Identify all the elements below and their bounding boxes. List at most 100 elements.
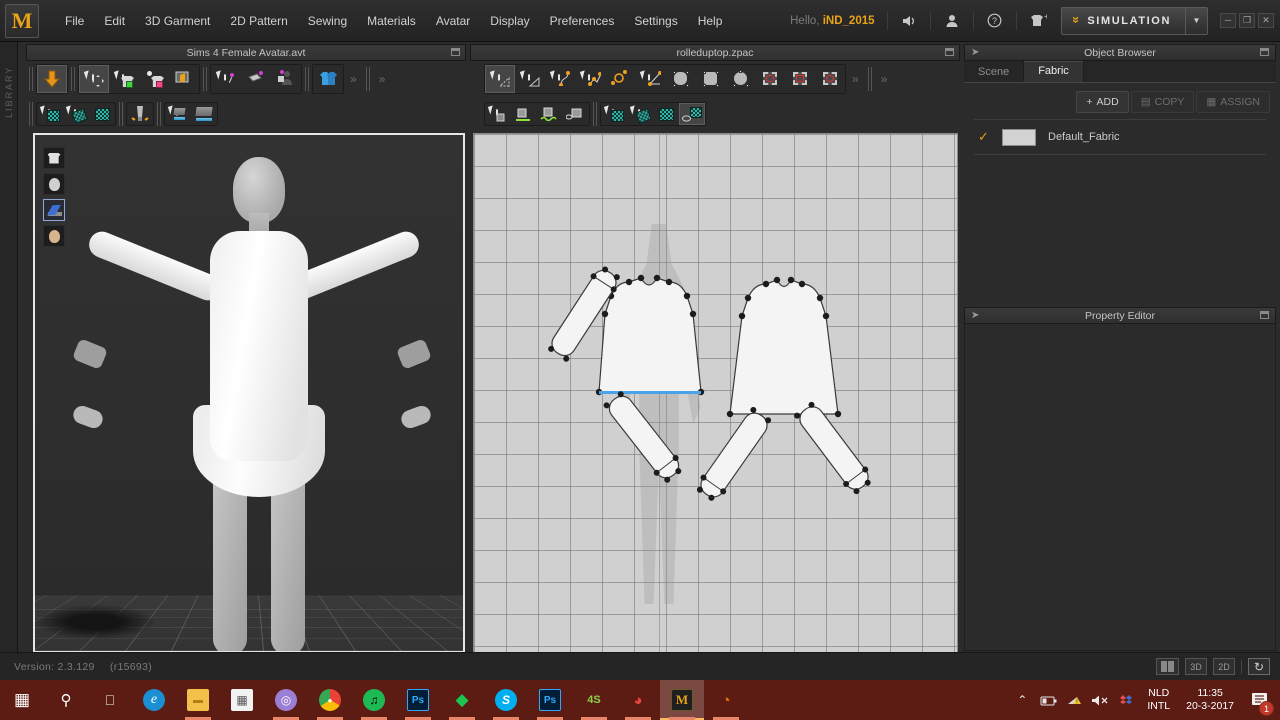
show-hidden-icons-button[interactable]: ⌃ (1009, 680, 1035, 720)
texture-pattern-tool[interactable] (89, 103, 115, 125)
dock-icon[interactable] (1260, 48, 1269, 56)
notifications-button[interactable]: 1 (1242, 680, 1276, 720)
minimize-button[interactable]: ─ (1220, 13, 1236, 28)
free-sew-tool[interactable] (537, 103, 563, 125)
split-view-button[interactable] (1156, 658, 1179, 675)
battery-icon[interactable] (1035, 680, 1061, 720)
select-pattern-tool[interactable] (139, 65, 169, 93)
wifi-warning-icon[interactable]: ! (1061, 680, 1087, 720)
menu-item-materials[interactable]: Materials (357, 9, 426, 33)
menu-item-settings[interactable]: Settings (624, 9, 687, 33)
restore-button[interactable]: ❐ (1239, 13, 1255, 28)
circle-tool[interactable] (725, 65, 755, 93)
photoshop-2-button[interactable]: Ps (528, 680, 572, 720)
show-avatar-toggle[interactable] (43, 173, 65, 195)
pin-panel-icon[interactable]: ➤ (971, 47, 979, 58)
toolbar-more-icon[interactable]: » (846, 72, 865, 86)
create-shape-tool[interactable] (665, 65, 695, 93)
sims4studio-button[interactable]: 4S (572, 680, 616, 720)
search-button[interactable]: ⚲ (44, 680, 88, 720)
dropbox-icon[interactable] (1113, 680, 1139, 720)
edit-curve-point-tool[interactable] (515, 65, 545, 93)
volume-muted-icon[interactable] (1087, 680, 1113, 720)
toolbar-more-icon[interactable]: » (344, 72, 363, 86)
select-mesh-tool[interactable] (109, 65, 139, 93)
user-icon[interactable] (939, 8, 965, 34)
panel-plane-tool[interactable] (191, 103, 217, 125)
3d-garment-viewport[interactable] (33, 133, 465, 653)
add-button[interactable]: + ADD (1076, 91, 1129, 113)
toolbar-overflow-icon[interactable]: » (875, 72, 894, 86)
help-icon[interactable]: ? (982, 8, 1008, 34)
speaker-icon[interactable] (896, 8, 922, 34)
texture-select-2d-tool[interactable] (601, 103, 627, 125)
fabric-color-swatch[interactable] (1002, 128, 1036, 146)
avatar-model[interactable] (35, 135, 463, 651)
sew-edit-tool[interactable] (563, 103, 589, 125)
texture-edit-tool[interactable] (63, 103, 89, 125)
blender-button[interactable]: ◔ (704, 680, 748, 720)
task-view-button[interactable]: ⎕ (88, 680, 132, 720)
menu-item-3d-garment[interactable]: 3D Garment (135, 9, 220, 33)
fold-arrange-tool[interactable] (169, 65, 199, 93)
dock-icon[interactable] (1260, 311, 1269, 319)
photoshop-button[interactable]: Ps (396, 680, 440, 720)
store-button[interactable]: ▦ (220, 680, 264, 720)
show-garment-toggle[interactable] (43, 147, 65, 169)
garment-add-icon[interactable]: + (1025, 8, 1051, 34)
internal-circle-tool[interactable] (815, 65, 845, 93)
spotify-button[interactable]: ♫ (352, 680, 396, 720)
menu-item-preferences[interactable]: Preferences (540, 9, 625, 33)
view-3d-button[interactable]: 3D (1185, 658, 1207, 675)
toolbar-grip[interactable] (867, 67, 872, 91)
pin-panel-icon[interactable]: ➤ (971, 310, 979, 321)
show-fold-toggle[interactable] (43, 199, 65, 221)
toolbar-grip[interactable] (29, 102, 33, 126)
toolbar-grip[interactable] (365, 67, 370, 91)
internal-rectangle-tool[interactable] (785, 65, 815, 93)
assign-button[interactable]: ▦ ASSIGN (1196, 91, 1270, 113)
clock[interactable]: 11:35 20-3-2017 (1178, 687, 1242, 713)
acrobat-button[interactable]: ◕ (616, 680, 660, 720)
toolbar-grip[interactable] (157, 102, 161, 126)
fabric-list-item[interactable]: ✓ Default_Fabric (964, 120, 1276, 154)
toolbar-grip[interactable] (71, 67, 75, 91)
internal-shape-tool[interactable] (755, 65, 785, 93)
file-explorer-button[interactable]: ▬ (176, 680, 220, 720)
segment-sew-tool[interactable] (511, 103, 537, 125)
toolbar-grip[interactable] (29, 67, 33, 91)
edit-curvature-tool[interactable] (545, 65, 575, 93)
add-point-tool[interactable] (575, 65, 605, 93)
2d-pattern-viewport[interactable] (473, 133, 958, 653)
menu-item-file[interactable]: File (55, 9, 94, 33)
marvelous-designer-button[interactable]: M (660, 680, 704, 720)
simulation-button[interactable]: » SIMULATION ▼ (1060, 6, 1208, 35)
view-2d-button[interactable]: 2D (1213, 658, 1235, 675)
polygon-tool[interactable] (635, 65, 665, 93)
edit-pattern-tool[interactable] (485, 65, 515, 93)
simulate-arrow-tool[interactable] (37, 65, 67, 93)
language-indicator[interactable]: NLD INTL (1139, 687, 1178, 713)
copy-button[interactable]: ▤ COPY (1130, 91, 1195, 113)
dock-icon[interactable] (451, 48, 460, 56)
toolbar-grip[interactable] (593, 102, 597, 126)
move-point-tool[interactable] (605, 65, 635, 93)
box-pin-tool[interactable] (241, 65, 271, 93)
simulation-dropdown-arrow-icon[interactable]: ▼ (1185, 7, 1207, 34)
back-bodice-panel[interactable] (724, 276, 844, 421)
menu-item-avatar[interactable]: Avatar (426, 9, 480, 33)
show-skin-toggle[interactable] (43, 225, 65, 247)
edge-button[interactable]: e (132, 680, 176, 720)
toolbar-overflow-icon[interactable]: » (373, 72, 392, 86)
arrangement-tool[interactable] (313, 65, 343, 93)
toolbar-grip[interactable] (305, 67, 309, 91)
pin-tool[interactable] (211, 65, 241, 93)
fabric-selected-check-icon[interactable]: ✓ (978, 129, 990, 145)
bittorrent-button[interactable]: ◎ (264, 680, 308, 720)
menu-item-edit[interactable]: Edit (94, 9, 135, 33)
sims-button[interactable]: ◆ (440, 680, 484, 720)
dock-icon[interactable] (945, 48, 954, 56)
menu-item-2d-pattern[interactable]: 2D Pattern (220, 9, 297, 33)
app-logo[interactable]: M (5, 3, 39, 38)
toolbar-grip[interactable] (203, 67, 207, 91)
